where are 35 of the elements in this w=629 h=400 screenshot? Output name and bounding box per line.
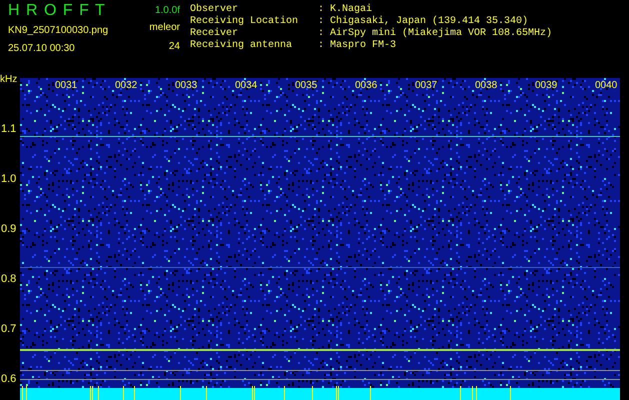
time-label: 0038 [475,80,498,92]
time-label: 0036 [355,80,378,92]
info-label: Receiver [190,28,240,40]
frequency-label: 0.9 [1,223,16,235]
info-label: Receiving Location [190,16,300,28]
time-label: 0032 [115,80,138,92]
info-label: Observer [190,4,240,16]
time-label: 0034 [235,80,258,92]
filename: KN9_2507100030.png [8,24,110,38]
time-label: 0035 [295,80,318,92]
info-label: Receiving antenna [190,40,294,52]
info-value: Chigasaki, Japan (139.414 35.340) [330,16,530,28]
time-label: 0039 [535,80,558,92]
info-separator: : [318,40,326,52]
time-label: 0031 [55,80,78,92]
frequency-label: 1.0 [1,173,16,185]
frequency-label: 1.1 [1,123,16,135]
time-label: 0033 [175,80,198,92]
info-separator: : [318,4,326,16]
frequency-label: 0.8 [1,273,16,285]
info-separator: : [318,16,326,28]
info-value: Maspro FM-3 [330,40,398,52]
date-time: 25.07.10 00:30 [8,42,76,56]
version: 1.0.0f [154,5,180,16]
meteor-count: 24 [168,40,180,54]
frequency-label: 0.7 [1,323,16,335]
unit-label: kHz [0,74,18,85]
time-label: 0037 [415,80,438,92]
info-separator: : [318,28,326,40]
time-label: 0040 [595,80,618,92]
app-title: H R O F F T [8,2,107,20]
info-value: AirSpy mini (Miakejima VOR 108.65MHz) [330,28,552,40]
frequency-label: 0.6 [1,373,16,385]
counter-label: meleor [149,21,180,35]
info-value: K.Nagai [330,4,374,16]
